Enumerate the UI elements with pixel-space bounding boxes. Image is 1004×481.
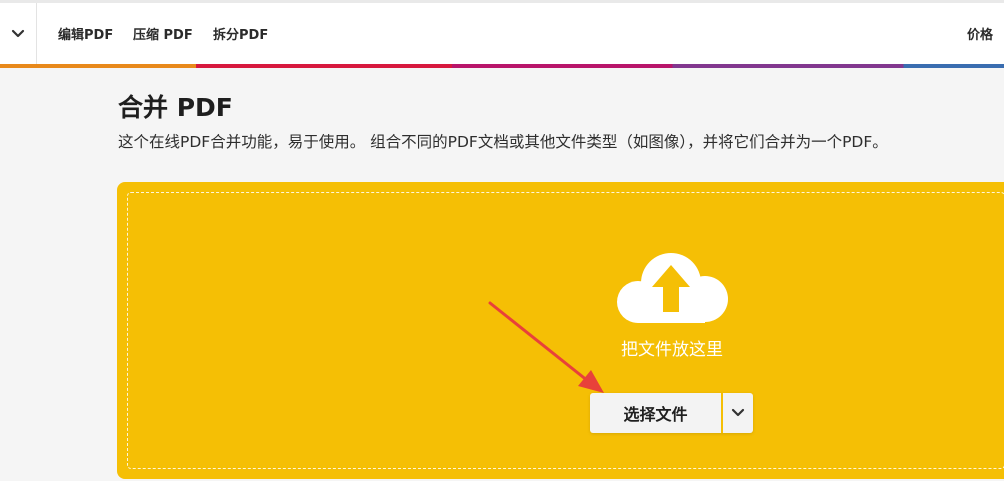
page-title: 合并 PDF: [118, 93, 233, 122]
cloud-upload-icon: [617, 253, 728, 323]
top-navigation-bar: 编辑PDF 压缩 PDF 拆分PDF 价格: [0, 0, 1004, 64]
drop-files-hint: 把文件放这里: [621, 340, 723, 360]
chevron-down-icon: [11, 29, 25, 37]
nav-pricing[interactable]: 价格: [967, 3, 993, 64]
upload-source-dropdown[interactable]: [723, 393, 753, 433]
page-description: 这个在线PDF合并功能，易于使用。 组合不同的PDF文档或其他文件类型（如图像）…: [118, 133, 888, 151]
chevron-down-icon: [731, 408, 745, 417]
select-file-group: 选择文件: [590, 393, 753, 433]
nav-split-pdf[interactable]: 拆分PDF: [213, 3, 268, 64]
nav-compress-pdf[interactable]: 压缩 PDF: [133, 3, 193, 64]
menu-toggle-button[interactable]: [0, 3, 37, 64]
select-file-button[interactable]: 选择文件: [590, 393, 721, 433]
brand-color-stripe: [0, 64, 1004, 68]
nav-edit-pdf[interactable]: 编辑PDF: [58, 3, 113, 64]
red-arrow-icon: [488, 301, 604, 393]
